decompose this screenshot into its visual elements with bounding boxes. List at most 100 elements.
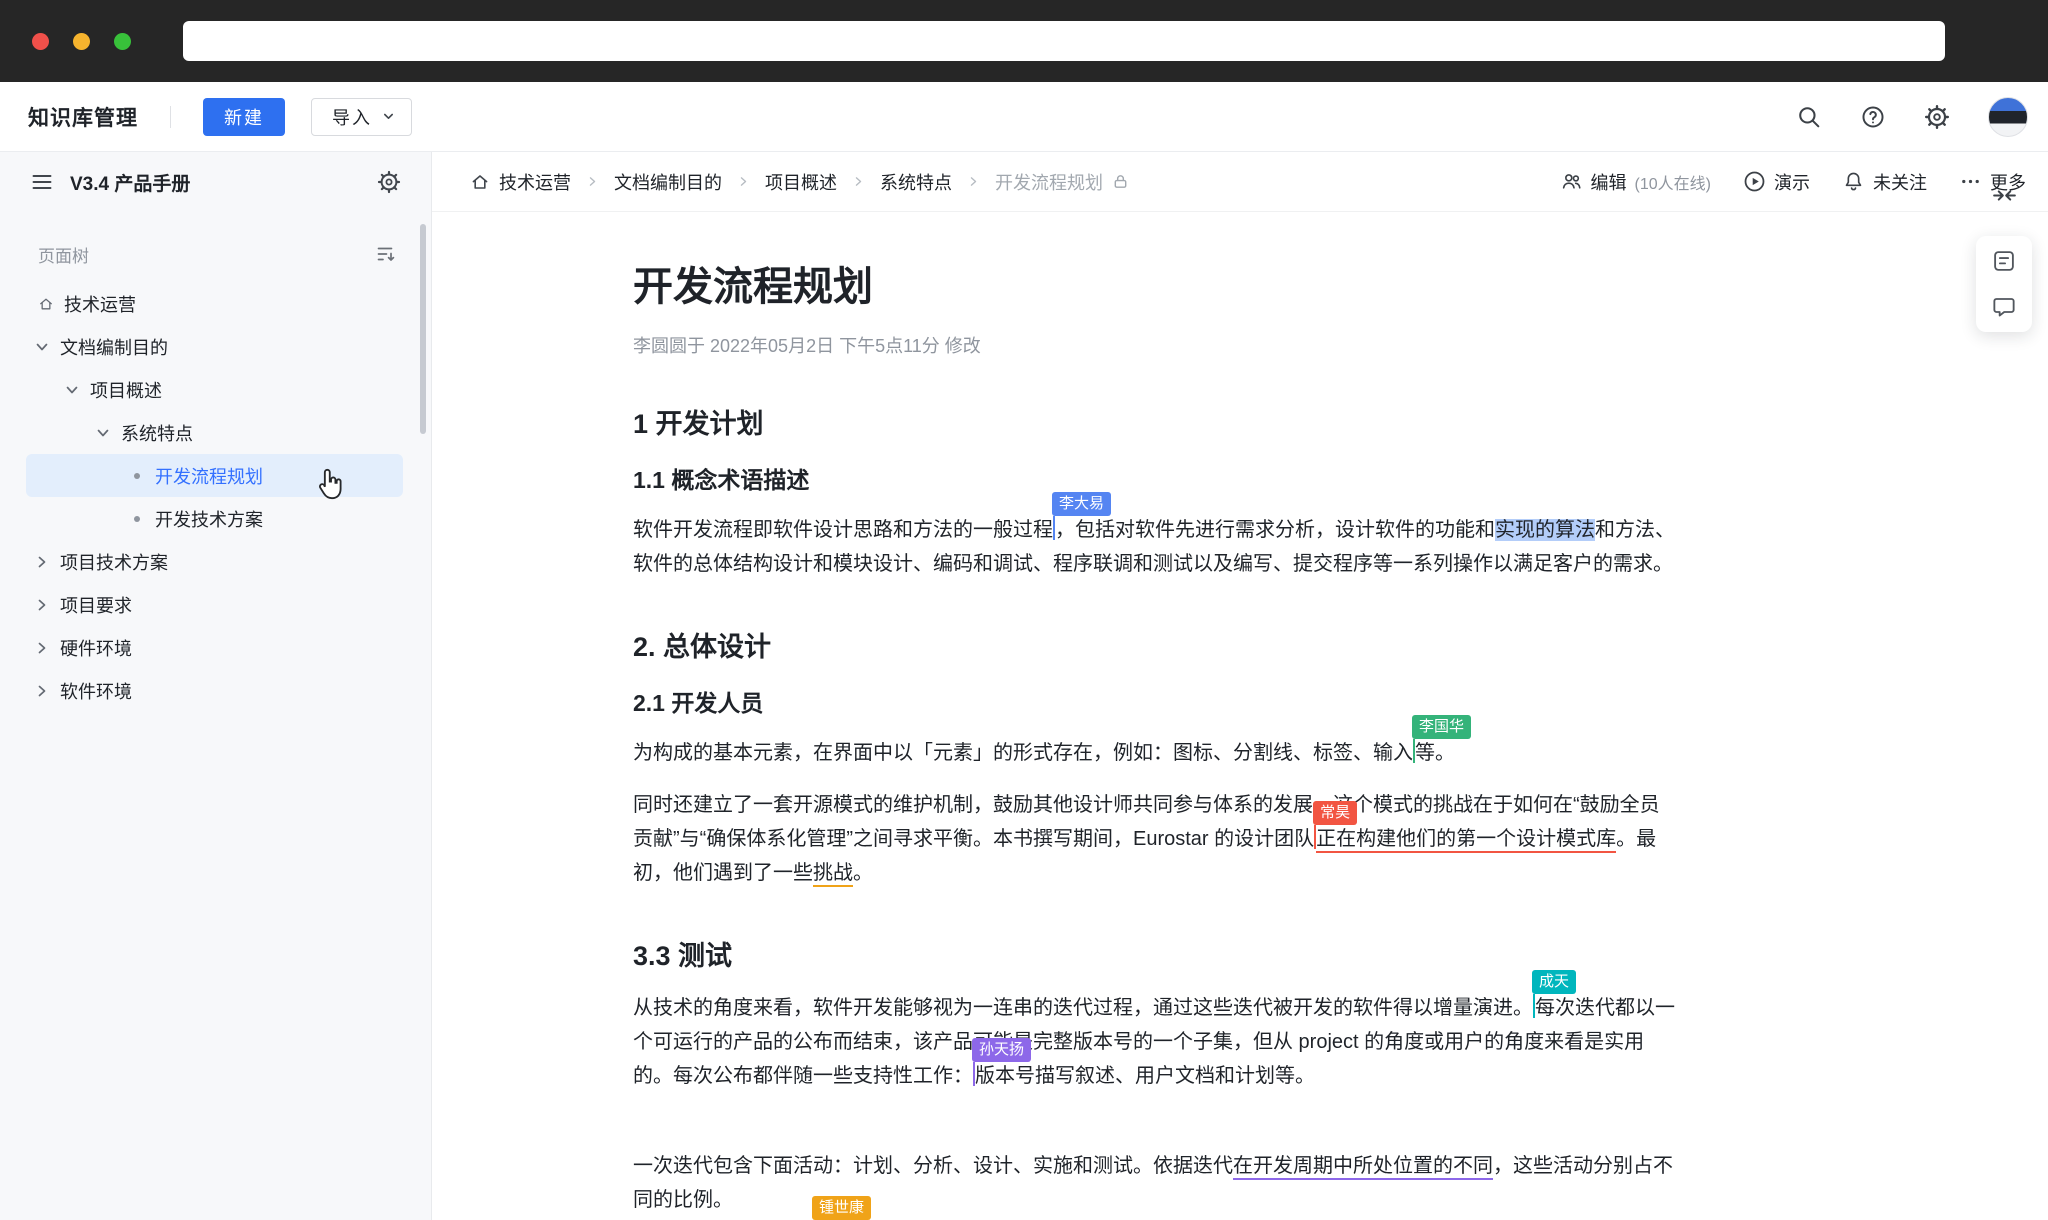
doc-heading[interactable]: 2.1 开发人员 — [633, 684, 1678, 718]
tree-item-项目概述[interactable]: 项目概述 — [26, 368, 403, 411]
collab-caret-成天: 成天 — [1533, 994, 1535, 1018]
collab-label-常昊: 常昊 — [1313, 801, 1357, 825]
comment-icon[interactable] — [1991, 294, 2017, 320]
header-actions — [1796, 97, 2028, 137]
tree-item-label: 文档编制目的 — [60, 334, 168, 360]
doc-paragraph[interactable]: 软件开发流程即软件设计思路和方法的一般过程李大易，包括对软件先进行需求分析，设计… — [633, 513, 1678, 581]
import-button[interactable]: 导入 — [311, 98, 412, 136]
marked-text: 正在构建他们的第一个设计模式库 — [1316, 828, 1616, 853]
pagetree-header: 页面树 — [0, 242, 431, 266]
bullet-icon — [128, 510, 146, 528]
tree-item-label: 项目要求 — [60, 592, 132, 618]
text-run: 一次迭代包含下面活动：计划、分析、设计、实施和测试。依据迭代 — [633, 1155, 1233, 1177]
tree-item-硬件环境[interactable]: 硬件环境 — [26, 626, 403, 669]
breadcrumb-item-项目概述[interactable]: 项目概述 — [765, 169, 837, 195]
breadcrumb-item-系统特点[interactable]: 系统特点 — [880, 169, 952, 195]
follow-action[interactable]: 未关注 — [1842, 169, 1927, 195]
doc-heading[interactable]: 3.3 测试 — [633, 934, 1678, 973]
doc-meta: 李圆圆于 2022年05月2日 下午5点11分 修改 — [633, 332, 1678, 358]
doc-paragraph[interactable]: 从技术的角度来看，软件开发能够视为一连串的迭代过程，通过这些迭代被开发的软件得以… — [633, 991, 1678, 1093]
sidebar-header: V3.4 产品手册 — [0, 152, 431, 212]
breadcrumb-item-技术运营[interactable]: 技术运营 — [470, 169, 571, 195]
tree-item-项目要求[interactable]: 项目要求 — [26, 583, 403, 626]
breadcrumb-separator-icon — [967, 175, 980, 188]
lock-icon — [1112, 173, 1129, 190]
tree-item-label: 开发技术方案 — [155, 506, 263, 532]
text-run: 为构成的基本元素，在界面中以「元素」的形式存在，例如：图标、分割线、标签、输入 — [633, 742, 1413, 764]
collapse-icon[interactable] — [1991, 182, 2018, 209]
play-icon — [1743, 170, 1766, 193]
chevron-right-icon[interactable] — [33, 553, 51, 571]
breadcrumb-item-文档编制目的[interactable]: 文档编制目的 — [614, 169, 722, 195]
breadcrumb-separator-icon — [852, 175, 865, 188]
workspace-title: V3.4 产品手册 — [70, 169, 361, 196]
present-action[interactable]: 演示 — [1743, 169, 1810, 195]
chevron-down-icon[interactable] — [63, 381, 81, 399]
tree-sort-icon[interactable] — [375, 243, 397, 265]
tree-item-label: 软件环境 — [60, 678, 132, 704]
doc-heading[interactable]: 1 开发计划 — [633, 402, 1678, 441]
page-tree: 技术运营文档编制目的项目概述系统特点开发流程规划开发技术方案项目技术方案项目要求… — [0, 282, 431, 712]
tree-item-文档编制目的[interactable]: 文档编制目的 — [26, 325, 403, 368]
doc-paragraph[interactable]: 同时还建立了一套开源模式的维护机制，鼓励其他设计师共同参与体系的发展。这个模式的… — [633, 788, 1678, 890]
tree-item-软件环境[interactable]: 软件环境 — [26, 669, 403, 712]
browser-address-bar[interactable] — [183, 21, 1945, 61]
tree-item-label: 项目技术方案 — [60, 549, 168, 575]
doc-actions: 编辑 (10人在线) 演示 未关注 更多 — [1560, 169, 2026, 195]
tree-item-label: 系统特点 — [121, 420, 193, 446]
doc-paragraph[interactable]: 为构成的基本元素，在界面中以「元素」的形式存在，例如：图标、分割线、标签、输入李… — [633, 736, 1678, 770]
outline-icon[interactable] — [1991, 248, 2017, 274]
tree-item-label: 项目概述 — [90, 377, 162, 403]
bell-icon — [1842, 170, 1865, 193]
collab-caret-李大易: 李大易 — [1053, 516, 1055, 540]
avatar[interactable] — [1988, 97, 2028, 137]
chevron-right-icon[interactable] — [33, 682, 51, 700]
close-button[interactable] — [32, 33, 49, 50]
new-button[interactable]: 新建 — [203, 98, 285, 136]
tree-item-label: 硬件环境 — [60, 635, 132, 661]
tree-item-系统特点[interactable]: 系统特点 — [26, 411, 403, 454]
tree-item-开发技术方案[interactable]: 开发技术方案 — [26, 497, 403, 540]
collab-caret-常昊: 常昊 — [1314, 825, 1316, 849]
doc-title[interactable]: 开发流程规划 — [633, 262, 1678, 312]
help-icon[interactable] — [1860, 104, 1886, 130]
doc-heading[interactable]: 1.1 概念术语描述 — [633, 461, 1678, 495]
edit-action[interactable]: 编辑 (10人在线) — [1560, 169, 1711, 195]
collab-label-李国华: 李国华 — [1412, 715, 1471, 739]
breadcrumb-item-开发流程规划: 开发流程规划 — [995, 169, 1129, 195]
text-run: 。 — [853, 862, 873, 884]
chevron-right-icon[interactable] — [33, 596, 51, 614]
content-area: 技术运营文档编制目的项目概述系统特点开发流程规划 编辑 (10人在线) 演示 未… — [432, 152, 2048, 1220]
workspace-settings-gear-icon[interactable] — [377, 170, 401, 194]
home-icon — [470, 172, 490, 192]
collab-label-锺世康: 锺世康 — [812, 1196, 871, 1220]
import-button-label: 导入 — [332, 104, 372, 130]
document: 开发流程规划 李圆圆于 2022年05月2日 下午5点11分 修改 1 开发计划… — [432, 262, 1678, 1220]
collab-caret-李国华: 李国华 — [1413, 739, 1415, 763]
collab-label-李大易: 李大易 — [1052, 492, 1111, 516]
search-icon[interactable] — [1796, 104, 1822, 130]
tree-item-开发流程规划[interactable]: 开发流程规划 — [26, 454, 403, 497]
chevron-down-icon[interactable] — [33, 338, 51, 356]
divider — [170, 106, 171, 128]
tree-item-技术运营[interactable]: 技术运营 — [26, 282, 403, 325]
doc-heading[interactable]: 2. 总体设计 — [633, 625, 1678, 664]
settings-gear-icon[interactable] — [1924, 104, 1950, 130]
tree-item-项目技术方案[interactable]: 项目技术方案 — [26, 540, 403, 583]
text-run: ，包括对软件先进行需求分析，设计软件的功能和 — [1055, 519, 1495, 541]
text-run: 版本号描写叙述、用户文档和计划等。 — [975, 1065, 1315, 1087]
floating-toolbar — [1976, 236, 2032, 332]
minimize-button[interactable] — [73, 33, 90, 50]
collab-label-成天: 成天 — [1532, 970, 1576, 994]
breadcrumb-separator-icon — [737, 175, 750, 188]
present-label: 演示 — [1774, 169, 1810, 195]
chevron-right-icon[interactable] — [33, 639, 51, 657]
breadcrumb-separator-icon — [586, 175, 599, 188]
sidebar-scrollbar[interactable] — [420, 224, 426, 434]
menu-icon[interactable] — [30, 170, 54, 194]
bullet-icon — [128, 467, 146, 485]
zoom-button[interactable] — [114, 33, 131, 50]
doc-paragraph[interactable]: 一次迭代包含下面活动：计划、分析、设计、实施和测试。依据迭代在开发周期中所处位置… — [633, 1149, 1678, 1217]
text-run: 等。 — [1415, 742, 1455, 764]
chevron-down-icon[interactable] — [94, 424, 112, 442]
